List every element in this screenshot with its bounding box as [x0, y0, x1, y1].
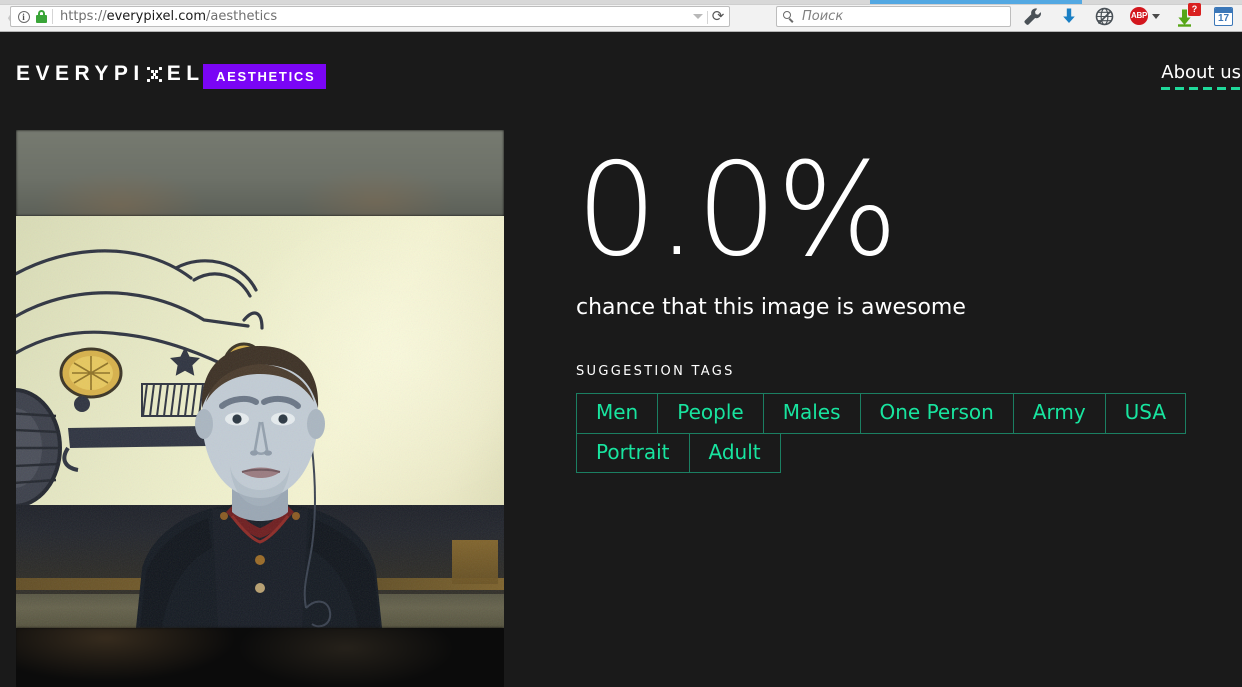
info-icon[interactable]: i: [15, 9, 32, 24]
adblock-plus-icon[interactable]: ABP: [1128, 5, 1152, 28]
tag-chip[interactable]: USA: [1104, 393, 1187, 434]
search-icon: [783, 10, 795, 23]
calendar-day: 17: [1217, 13, 1230, 24]
photo-top-blur-band: [16, 130, 504, 216]
suggestion-tags-heading: SUGGESTION TAGS: [576, 364, 735, 380]
browser-chrome: ❮ i https://everypixel.com/aesthetics ⟳ …: [0, 0, 1242, 32]
page-body: EVERYPI EL AESTHETICS About us 0.0% chan…: [0, 32, 1242, 687]
result-panel: 0.0% chance that this image is awesome S…: [576, 130, 1242, 474]
tag-chip[interactable]: Adult: [688, 432, 781, 474]
download-arrow-icon[interactable]: [1057, 5, 1081, 28]
abp-label: ABP: [1130, 7, 1148, 25]
aesthetics-score: 0.0%: [576, 136, 898, 285]
globe-pencil-icon[interactable]: [1093, 5, 1117, 28]
url-path: /aesthetics: [206, 9, 278, 24]
analyzed-photo[interactable]: [16, 130, 504, 687]
wrench-icon[interactable]: [1021, 5, 1045, 28]
pixel-x-icon: [146, 66, 163, 83]
calendar-glyph: 17: [1214, 7, 1233, 26]
url-host: everypixel.com: [106, 9, 207, 24]
site-header: EVERYPI EL AESTHETICS About us: [0, 32, 1242, 130]
url-divider: [52, 9, 53, 24]
url-bar[interactable]: i https://everypixel.com/aesthetics ⟳: [10, 6, 730, 27]
notification-badge: ?: [1188, 3, 1201, 16]
tag-chip[interactable]: People: [657, 393, 764, 434]
tag-chip[interactable]: Men: [576, 393, 659, 434]
score-caption: chance that this image is awesome: [576, 295, 966, 321]
search-placeholder: Поиск: [802, 9, 844, 24]
suggestion-tags-list: Men People Males One Person Army USA Por…: [576, 393, 1242, 474]
aesthetics-badge[interactable]: AESTHETICS: [203, 64, 327, 89]
globe-glyph: [1095, 7, 1114, 26]
photo-main: [16, 216, 504, 628]
tag-chip[interactable]: Army: [1012, 393, 1106, 434]
about-us-underline: [1161, 87, 1241, 90]
about-us-link[interactable]: About us: [1161, 62, 1242, 90]
download-glyph: [1063, 8, 1075, 23]
lock-icon[interactable]: [36, 10, 47, 23]
chevron-down-icon[interactable]: [1152, 14, 1160, 19]
tag-chip[interactable]: Portrait: [576, 432, 690, 474]
url-scheme: https://: [60, 9, 107, 24]
calendar-icon[interactable]: 17: [1212, 5, 1236, 28]
download-manager-icon[interactable]: ?: [1176, 3, 1201, 28]
browser-search-box[interactable]: Поиск: [776, 6, 1011, 27]
chevron-down-icon[interactable]: [693, 14, 703, 19]
logo-text-part1: EVERYPI: [16, 62, 145, 85]
tag-chip[interactable]: One Person: [859, 393, 1014, 434]
reload-icon[interactable]: ⟳: [710, 9, 726, 25]
about-us-label: About us: [1161, 62, 1241, 83]
wrench-glyph: [1024, 8, 1041, 25]
everypixel-logo[interactable]: EVERYPI EL: [16, 62, 205, 86]
url-text: https://everypixel.com/aesthetics: [60, 9, 277, 24]
tab-strip-seam: [0, 4, 1242, 5]
url-right-divider: [707, 11, 708, 24]
photo-bottom-blur-band: [16, 628, 504, 687]
tag-chip[interactable]: Males: [762, 393, 861, 434]
logo-text-part2: EL: [166, 62, 205, 85]
photo-grain: [16, 216, 504, 628]
